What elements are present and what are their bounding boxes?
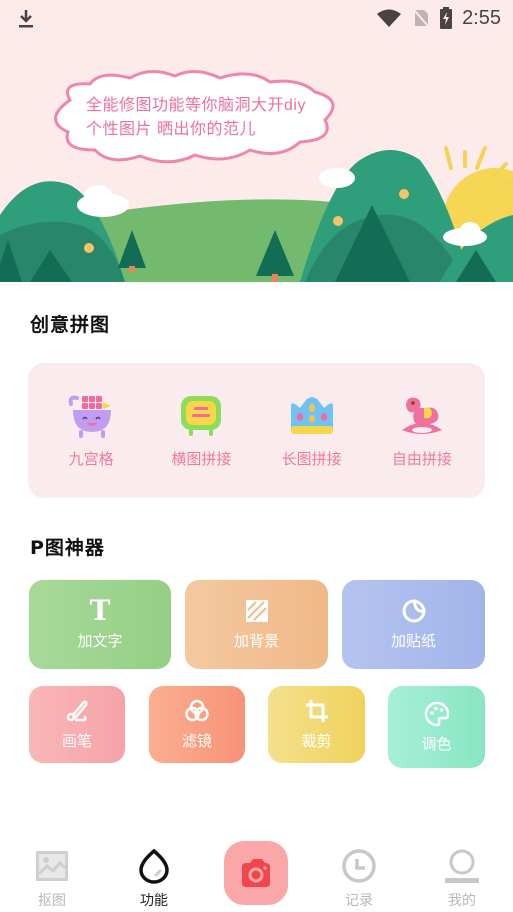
color-adjust-label: 调色 (421, 735, 452, 753)
nav-label: 功能 (140, 892, 168, 908)
crop-icon (305, 700, 328, 722)
cart-grid-icon (68, 395, 112, 438)
user-icon (445, 849, 479, 883)
brush-icon (66, 700, 88, 722)
filter-button[interactable]: 滤镜 (149, 686, 245, 763)
camera-button[interactable] (224, 841, 288, 905)
banner-slogan-line2: 个性图片 晒出你的范儿 (86, 121, 256, 138)
nav-label: 我的 (448, 892, 476, 908)
collage-item-label: 自由拼接 (391, 451, 452, 468)
brush-button[interactable]: 画笔 (29, 686, 125, 763)
status-bar: 2:55 (0, 0, 513, 36)
collage-item-label: 九宫格 (68, 451, 114, 468)
tools-section-title: P图神器 (30, 537, 105, 559)
filter-label: 滤镜 (181, 733, 212, 750)
collage-item-nine-grid[interactable]: 九宫格 (43, 392, 139, 469)
download-icon (19, 10, 33, 28)
nav-cutout[interactable]: 抠图 (22, 848, 82, 910)
add-sticker-button[interactable]: 加贴纸 (342, 580, 485, 669)
add-sticker-label: 加贴纸 (390, 633, 436, 650)
add-background-label: 加背景 (233, 633, 279, 650)
rocking-horse-icon (401, 397, 442, 434)
battery-charging-icon (440, 7, 453, 29)
sticker-icon (402, 599, 426, 623)
crop-label: 裁剪 (301, 733, 332, 750)
status-time: 2:55 (462, 6, 501, 29)
collage-item-label: 横图拼接 (171, 451, 232, 468)
collage-item-free[interactable]: 自由拼接 (374, 392, 470, 469)
crown-icon (290, 397, 333, 434)
hero-banner[interactable]: 全能修图功能等你脑洞大开diy 个性图片 晒出你的范儿 (0, 0, 513, 282)
palette-icon (424, 701, 449, 726)
nav-profile[interactable]: 我的 (432, 848, 492, 910)
nav-functions[interactable]: 功能 (124, 848, 184, 910)
nav-label: 抠图 (38, 892, 66, 908)
wifi-icon (377, 9, 402, 27)
brush-label: 画笔 (61, 733, 92, 750)
add-background-button[interactable]: 加背景 (185, 580, 328, 669)
add-text-label: 加文字 (77, 633, 123, 650)
nav-records[interactable]: 记录 (329, 848, 389, 910)
egg-icon (139, 848, 169, 884)
collage-item-vertical[interactable]: 长图拼接 (264, 392, 360, 469)
banner-slogan-line1: 全能修图功能等你脑洞大开diy (86, 97, 306, 114)
collage-panel: 九宫格 横图拼接 长图拼接 自由拼接 (28, 363, 485, 498)
nav-label: 记录 (345, 892, 373, 908)
background-icon (245, 600, 268, 622)
text-icon: T (89, 594, 111, 627)
filter-icon (185, 699, 209, 722)
no-sim-icon (413, 9, 430, 28)
color-adjust-button[interactable]: 调色 (388, 686, 485, 768)
add-text-button[interactable]: T 加文字 (29, 580, 171, 669)
collage-item-label: 长图拼接 (281, 451, 342, 468)
clock-icon (342, 849, 376, 883)
banner-slogan: 全能修图功能等你脑洞大开diy 个性图片 晒出你的范儿 (86, 94, 306, 142)
collage-item-horizontal[interactable]: 横图拼接 (153, 392, 249, 469)
tv-icon (181, 396, 222, 436)
collage-section-title: 创意拼图 (30, 314, 111, 336)
app-screen: 全能修图功能等你脑洞大开diy 个性图片 晒出你的范儿 2:55 创意拼图 九宫… (0, 0, 513, 912)
crop-button[interactable]: 裁剪 (268, 686, 365, 763)
image-icon (36, 851, 68, 881)
camera-icon (242, 859, 270, 887)
bottom-nav: 抠图 功能 记录 我的 (0, 830, 513, 912)
